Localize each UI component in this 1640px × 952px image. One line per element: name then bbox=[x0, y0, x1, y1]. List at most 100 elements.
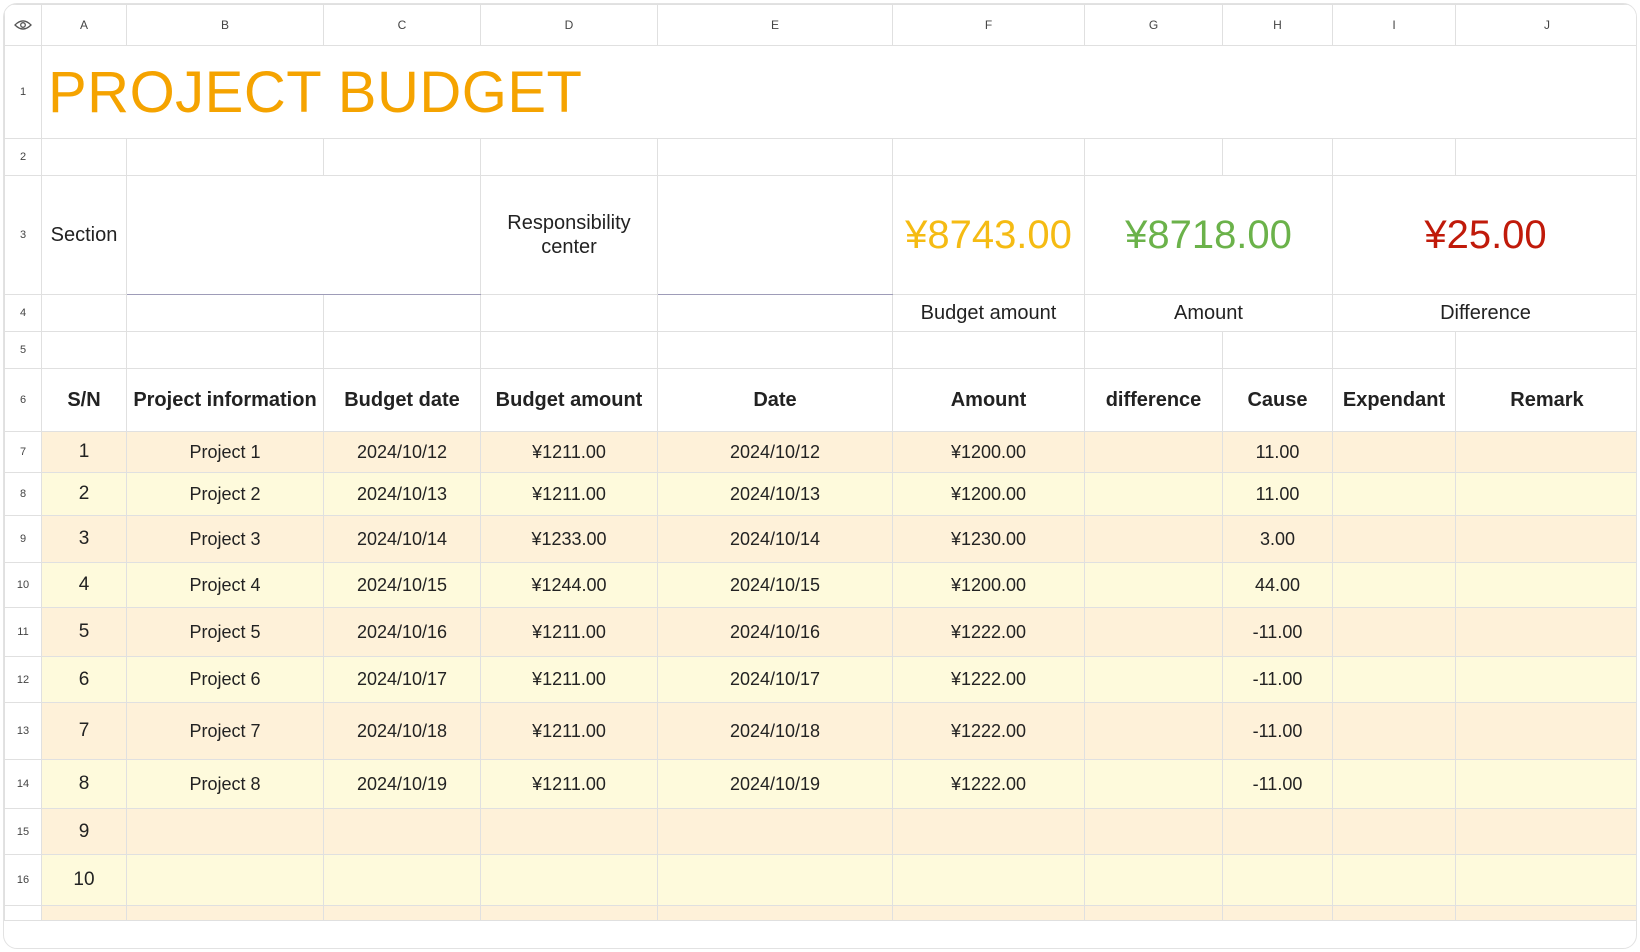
table-cell[interactable] bbox=[892, 905, 1085, 921]
header-budget-date[interactable]: Budget date bbox=[323, 368, 481, 432]
table-cell[interactable] bbox=[1084, 515, 1223, 563]
column-header-j[interactable]: J bbox=[1455, 4, 1636, 46]
table-cell[interactable] bbox=[1222, 808, 1333, 855]
header-amount[interactable]: Amount bbox=[892, 368, 1085, 432]
table-cell[interactable] bbox=[1084, 562, 1223, 608]
table-cell[interactable] bbox=[41, 905, 127, 921]
cell-a4[interactable] bbox=[41, 294, 127, 332]
table-cell[interactable] bbox=[1332, 808, 1456, 855]
column-header-f[interactable]: F bbox=[892, 4, 1085, 46]
row-header-16[interactable]: 16 bbox=[4, 854, 42, 906]
table-cell[interactable] bbox=[1455, 905, 1636, 921]
eye-icon[interactable] bbox=[6, 19, 41, 31]
cell-h2[interactable] bbox=[1222, 138, 1333, 176]
table-cell[interactable]: 9 bbox=[41, 808, 127, 855]
table-cell[interactable]: Project 3 bbox=[126, 515, 324, 563]
table-cell[interactable]: ¥1211.00 bbox=[480, 472, 658, 516]
table-cell[interactable]: 2024/10/14 bbox=[657, 515, 893, 563]
table-cell[interactable] bbox=[480, 808, 658, 855]
table-cell[interactable]: -11.00 bbox=[1222, 607, 1333, 657]
select-all-corner[interactable] bbox=[4, 4, 42, 46]
table-cell[interactable]: Project 6 bbox=[126, 656, 324, 703]
cell-g5[interactable] bbox=[1084, 331, 1223, 369]
column-header-e[interactable]: E bbox=[657, 4, 893, 46]
table-cell[interactable] bbox=[1455, 702, 1636, 760]
table-cell[interactable]: ¥1211.00 bbox=[480, 607, 658, 657]
column-header-h[interactable]: H bbox=[1222, 4, 1333, 46]
table-cell[interactable] bbox=[1332, 562, 1456, 608]
table-cell[interactable] bbox=[1084, 656, 1223, 703]
header-expendant[interactable]: Expendant bbox=[1332, 368, 1456, 432]
table-cell[interactable] bbox=[126, 854, 324, 906]
table-cell[interactable] bbox=[1332, 472, 1456, 516]
column-header-a[interactable]: A bbox=[41, 4, 127, 46]
row-header-6[interactable]: 6 bbox=[4, 368, 42, 432]
table-cell[interactable] bbox=[323, 905, 481, 921]
cell-e5[interactable] bbox=[657, 331, 893, 369]
column-header-c[interactable]: C bbox=[323, 4, 481, 46]
cell-b2[interactable] bbox=[126, 138, 324, 176]
table-cell[interactable] bbox=[1455, 607, 1636, 657]
header-remark[interactable]: Remark bbox=[1455, 368, 1636, 432]
table-cell[interactable]: 2024/10/18 bbox=[657, 702, 893, 760]
table-cell[interactable] bbox=[1222, 854, 1333, 906]
row-header-5[interactable]: 5 bbox=[4, 331, 42, 369]
table-cell[interactable]: 4 bbox=[41, 562, 127, 608]
table-cell[interactable]: ¥1222.00 bbox=[892, 702, 1085, 760]
table-cell[interactable]: 2024/10/16 bbox=[657, 607, 893, 657]
table-cell[interactable] bbox=[1332, 759, 1456, 809]
table-cell[interactable] bbox=[657, 905, 893, 921]
responsibility-center-input-cell[interactable] bbox=[657, 175, 893, 295]
table-cell[interactable]: 6 bbox=[41, 656, 127, 703]
table-cell[interactable]: Project 1 bbox=[126, 431, 324, 473]
cell-j5[interactable] bbox=[1455, 331, 1636, 369]
table-cell[interactable] bbox=[480, 854, 658, 906]
header-date[interactable]: Date bbox=[657, 368, 893, 432]
table-cell[interactable]: 2 bbox=[41, 472, 127, 516]
row-header-8[interactable]: 8 bbox=[4, 472, 42, 516]
table-cell[interactable]: 2024/10/14 bbox=[323, 515, 481, 563]
table-cell[interactable]: 3 bbox=[41, 515, 127, 563]
table-cell[interactable]: ¥1244.00 bbox=[480, 562, 658, 608]
header-budget-amount[interactable]: Budget amount bbox=[480, 368, 658, 432]
table-cell[interactable] bbox=[1455, 562, 1636, 608]
cell-g2[interactable] bbox=[1084, 138, 1223, 176]
table-cell[interactable]: 2024/10/17 bbox=[323, 656, 481, 703]
table-cell[interactable] bbox=[1455, 472, 1636, 516]
table-cell[interactable]: 11.00 bbox=[1222, 431, 1333, 473]
table-cell[interactable]: Project 5 bbox=[126, 607, 324, 657]
table-cell[interactable]: 2024/10/18 bbox=[323, 702, 481, 760]
section-input-cell[interactable] bbox=[126, 175, 481, 295]
table-cell[interactable]: 7 bbox=[41, 702, 127, 760]
table-cell[interactable] bbox=[1332, 905, 1456, 921]
table-cell[interactable]: ¥1230.00 bbox=[892, 515, 1085, 563]
table-cell[interactable]: 10 bbox=[41, 854, 127, 906]
table-cell[interactable] bbox=[657, 854, 893, 906]
cell-j2[interactable] bbox=[1455, 138, 1636, 176]
table-cell[interactable] bbox=[126, 905, 324, 921]
table-cell[interactable] bbox=[1084, 854, 1223, 906]
table-cell[interactable] bbox=[1455, 656, 1636, 703]
table-cell[interactable] bbox=[1084, 431, 1223, 473]
table-cell[interactable] bbox=[1332, 702, 1456, 760]
cell-d4[interactable] bbox=[480, 294, 658, 332]
header-project-information[interactable]: Project information bbox=[126, 368, 324, 432]
column-header-i[interactable]: I bbox=[1332, 4, 1456, 46]
table-cell[interactable] bbox=[480, 905, 658, 921]
row-header-12[interactable]: 12 bbox=[4, 656, 42, 703]
budget-amount-label[interactable]: Budget amount bbox=[892, 294, 1085, 332]
header-cause[interactable]: Cause bbox=[1222, 368, 1333, 432]
table-cell[interactable]: 2024/10/16 bbox=[323, 607, 481, 657]
table-cell[interactable] bbox=[1084, 759, 1223, 809]
cell-i2[interactable] bbox=[1332, 138, 1456, 176]
table-cell[interactable] bbox=[657, 808, 893, 855]
table-cell[interactable] bbox=[1455, 854, 1636, 906]
table-cell[interactable] bbox=[1084, 472, 1223, 516]
table-cell[interactable]: 2024/10/12 bbox=[323, 431, 481, 473]
cell-f2[interactable] bbox=[892, 138, 1085, 176]
cell-d2[interactable] bbox=[480, 138, 658, 176]
table-cell[interactable] bbox=[1455, 431, 1636, 473]
row-header-11[interactable]: 11 bbox=[4, 607, 42, 657]
amount-total[interactable]: ¥8718.00 bbox=[1084, 175, 1333, 295]
table-cell[interactable]: 11.00 bbox=[1222, 472, 1333, 516]
